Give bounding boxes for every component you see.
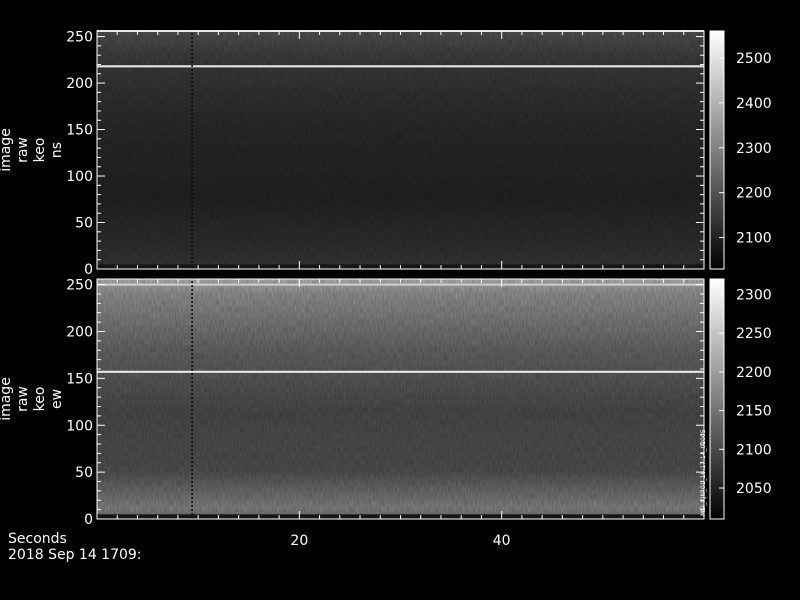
colorbar-tick-label: 2300 [736,141,772,157]
y-tick-label: 50 [75,216,93,232]
y-tick-label: 250 [66,278,93,294]
y-axis-label-ew: image raw keo ew [0,377,65,421]
y-tick-label: 200 [66,325,93,341]
colorbar-tick-label: 2400 [736,96,772,112]
y-tick-label: 100 [66,169,93,185]
colorbar-tick-label: 2200 [736,186,772,202]
colorbar-ns [709,30,725,270]
side-note: MSI_KJN_01_16:17:14_02005 [700,429,707,516]
colorbar-tick-label: 2050 [736,481,772,497]
y-axis-label-word: image [0,377,14,421]
y-axis-label-word: ns [49,142,65,158]
y-tick-label: 0 [84,262,93,278]
colorbar-tick-label: 2500 [736,51,772,67]
x-tick-label: 40 [493,533,511,549]
y-axis-label-ns: image raw keo ns [0,128,65,172]
colorbar-tick-label: 2100 [736,231,772,247]
colorbar-ew [709,278,725,520]
y-tick-label: 150 [66,123,93,139]
colorbar-tick-label: 2250 [736,326,772,342]
y-tick-label: 200 [66,76,93,92]
y-axis-label-word: raw [15,137,31,163]
heatmap-grain-ew [97,279,704,519]
colorbar-tick-label: 2300 [736,287,772,303]
y-tick-label: 50 [75,465,93,481]
x-axis-label: Seconds [8,531,67,547]
panel-ew: 0 50 100 150 200 250 20 40 image raw keo ew 2050 21… [0,278,772,549]
keogram-figure: 050100150200250 image raw keo ns 2100220023… [0,30,772,549]
date-label: 2018 Sep 14 1709: [8,547,142,563]
y-axis-label-word: ew [49,389,65,409]
y-axis-label-word: keo [32,387,48,412]
y-tick-label: 0 [84,512,93,528]
y-tick-label: 150 [66,371,93,387]
x-tick-label: 20 [290,533,308,549]
y-axis-label-word: raw [15,386,31,412]
y-tick-label: 100 [66,418,93,434]
y-tick-label: 250 [66,30,93,46]
panel-ns: 0 50 100 150 200 250 image raw keo ns 2100 2200 23… [0,30,772,278]
y-axis-label-word: keo [32,138,48,163]
y-axis-label-word: image [0,128,14,172]
colorbar-tick-label: 2150 [736,404,772,420]
colorbar-tick-label: 2100 [736,442,772,458]
colorbar-tick-label: 2200 [736,365,772,381]
